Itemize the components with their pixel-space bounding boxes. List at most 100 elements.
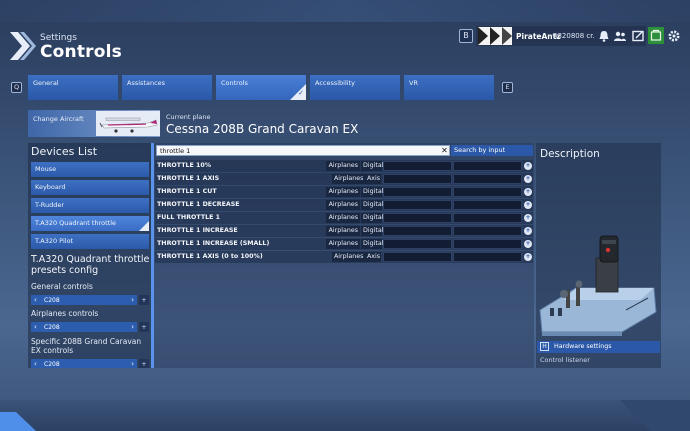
binding-type: Digital <box>361 200 384 210</box>
shop-button[interactable] <box>648 27 664 44</box>
binding-category: Airplanes <box>332 174 365 184</box>
binding-slot-secondary[interactable] <box>453 226 522 236</box>
binding-type: Axis <box>365 174 381 184</box>
binding-slot-primary[interactable] <box>383 187 452 197</box>
tab-accessibility[interactable]: Accessibility <box>310 75 400 100</box>
gear-icon[interactable] <box>667 29 681 43</box>
devices-panel: Devices List Mouse Keyboard T-Rudder T.A… <box>28 143 152 368</box>
binding-slot-primary[interactable] <box>383 239 452 249</box>
binding-type: Digital <box>361 239 384 249</box>
device-quadrant-throttle[interactable]: T.A320 Quadrant throttle <box>31 216 149 231</box>
airplanes-controls-select[interactable]: ‹ C208 › <box>31 322 137 332</box>
plus-icon[interactable]: + <box>524 214 532 222</box>
binding-slot-primary[interactable] <box>383 174 452 184</box>
tab-assistances[interactable]: Assistances <box>122 75 212 100</box>
binding-name: THROTTLE 1 INCREASE (SMALL) <box>157 240 270 247</box>
binding-name: FULL THROTTLE 1 <box>157 214 221 221</box>
table-row[interactable]: THROTTLE 1 CUT Airplanes Digital + <box>155 186 533 198</box>
arrow-left-icon[interactable]: ‹ <box>34 296 37 304</box>
binding-name: THROTTLE 10% <box>157 162 212 169</box>
arrow-right-icon[interactable]: › <box>131 360 134 368</box>
binding-slot-secondary[interactable] <box>453 239 522 249</box>
hardware-key: H <box>540 342 549 351</box>
bell-icon[interactable] <box>597 29 611 43</box>
binding-slot-secondary[interactable] <box>453 187 522 197</box>
plus-icon[interactable]: + <box>524 253 532 261</box>
binding-category: Airplanes <box>326 239 360 249</box>
binding-type: Digital <box>361 226 384 236</box>
binding-slot-primary[interactable] <box>383 200 452 210</box>
friends-icon[interactable] <box>613 29 627 43</box>
binding-slot-secondary[interactable] <box>453 174 522 184</box>
hardware-settings-button[interactable]: H Hardware settings <box>537 341 660 353</box>
binding-slot-secondary[interactable] <box>453 200 522 210</box>
chevron-logo-icon <box>10 32 36 60</box>
plus-icon[interactable]: + <box>524 188 532 196</box>
plus-icon[interactable]: + <box>524 162 532 170</box>
next-tab-key[interactable]: E <box>502 82 513 93</box>
binding-category: Airplanes <box>332 252 365 262</box>
search-input[interactable] <box>156 145 450 156</box>
plus-icon[interactable]: + <box>139 359 149 368</box>
binding-slot-primary[interactable] <box>383 252 452 262</box>
avatar[interactable] <box>478 27 512 45</box>
specific-controls-value: C208 <box>44 361 60 368</box>
table-row[interactable]: THROTTLE 10% Airplanes Digital + <box>155 160 533 172</box>
binding-category: Airplanes <box>326 213 360 223</box>
specific-controls-select[interactable]: ‹ C208 › <box>31 359 137 368</box>
binding-category: Airplanes <box>326 161 360 171</box>
tab-general[interactable]: General <box>28 75 118 100</box>
tab-vr[interactable]: VR <box>404 75 494 100</box>
close-icon[interactable]: ✕ <box>439 145 450 156</box>
plus-icon[interactable]: + <box>524 201 532 209</box>
plus-icon[interactable]: + <box>524 175 532 183</box>
plus-icon[interactable]: + <box>524 227 532 235</box>
airplanes-controls-value: C208 <box>44 324 60 331</box>
table-row[interactable]: FULL THROTTLE 1 Airplanes Digital + <box>155 212 533 224</box>
binding-slot-secondary[interactable] <box>453 252 522 262</box>
binding-type: Digital <box>361 213 384 223</box>
general-controls-select[interactable]: ‹ C208 › <box>31 295 137 305</box>
binding-name: THROTTLE 1 DECREASE <box>157 201 240 208</box>
footer-decoration <box>0 400 690 431</box>
presets-config-title: T.A320 Quadrant throttle presets config <box>31 254 150 276</box>
specific-controls-label: Specific 208B Grand Caravan EX controls <box>31 337 142 355</box>
table-row[interactable]: THROTTLE 1 INCREASE (SMALL) Airplanes Digi… <box>155 238 533 250</box>
binding-slot-primary[interactable] <box>383 161 452 171</box>
device-keyboard[interactable]: Keyboard <box>31 180 149 195</box>
plus-icon[interactable]: + <box>139 322 149 332</box>
check-icon: ✓ <box>290 84 306 100</box>
current-plane-label: Current plane <box>166 113 211 121</box>
binding-name: THROTTLE 1 CUT <box>157 188 217 195</box>
table-row[interactable]: THROTTLE 1 DECREASE Airplanes Digital + <box>155 199 533 211</box>
message-icon[interactable] <box>631 29 645 43</box>
binding-category: Airplanes <box>326 226 360 236</box>
device-t-rudder[interactable]: T-Rudder <box>31 198 149 213</box>
top-decoration <box>0 0 690 22</box>
credits: 4320808 cr. <box>553 32 595 40</box>
plus-icon[interactable]: + <box>524 240 532 248</box>
table-row[interactable]: THROTTLE 1 AXIS Airplanes Axis + <box>155 173 533 185</box>
table-row[interactable]: THROTTLE 1 INCREASE Airplanes Digital + <box>155 225 533 237</box>
plane-image <box>96 111 160 136</box>
arrow-right-icon[interactable]: › <box>131 323 134 331</box>
binding-slot-secondary[interactable] <box>453 213 522 223</box>
search-by-input-button[interactable]: Search by input <box>451 145 533 156</box>
arrow-left-icon[interactable]: ‹ <box>34 323 37 331</box>
arrow-left-icon[interactable]: ‹ <box>34 360 37 368</box>
table-row[interactable]: THROTTLE 1 AXIS (0 to 100%) Airplanes Axis… <box>155 251 533 263</box>
shop-icon <box>650 29 662 41</box>
prev-tab-key[interactable]: Q <box>11 82 22 93</box>
binding-category: Airplanes <box>326 187 360 197</box>
hardware-settings-label: Hardware settings <box>554 343 612 350</box>
binding-slot-primary[interactable] <box>383 213 452 223</box>
binding-slot-secondary[interactable] <box>453 161 522 171</box>
device-a320-pilot[interactable]: T.A320 Pilot <box>31 234 149 249</box>
plus-icon[interactable]: + <box>139 295 149 305</box>
b-key-button[interactable]: B <box>459 29 473 43</box>
device-mouse[interactable]: Mouse <box>31 162 149 177</box>
tab-controls[interactable]: Controls ✓ <box>216 75 306 100</box>
binding-slot-primary[interactable] <box>383 226 452 236</box>
check-icon <box>139 221 149 231</box>
arrow-right-icon[interactable]: › <box>131 296 134 304</box>
